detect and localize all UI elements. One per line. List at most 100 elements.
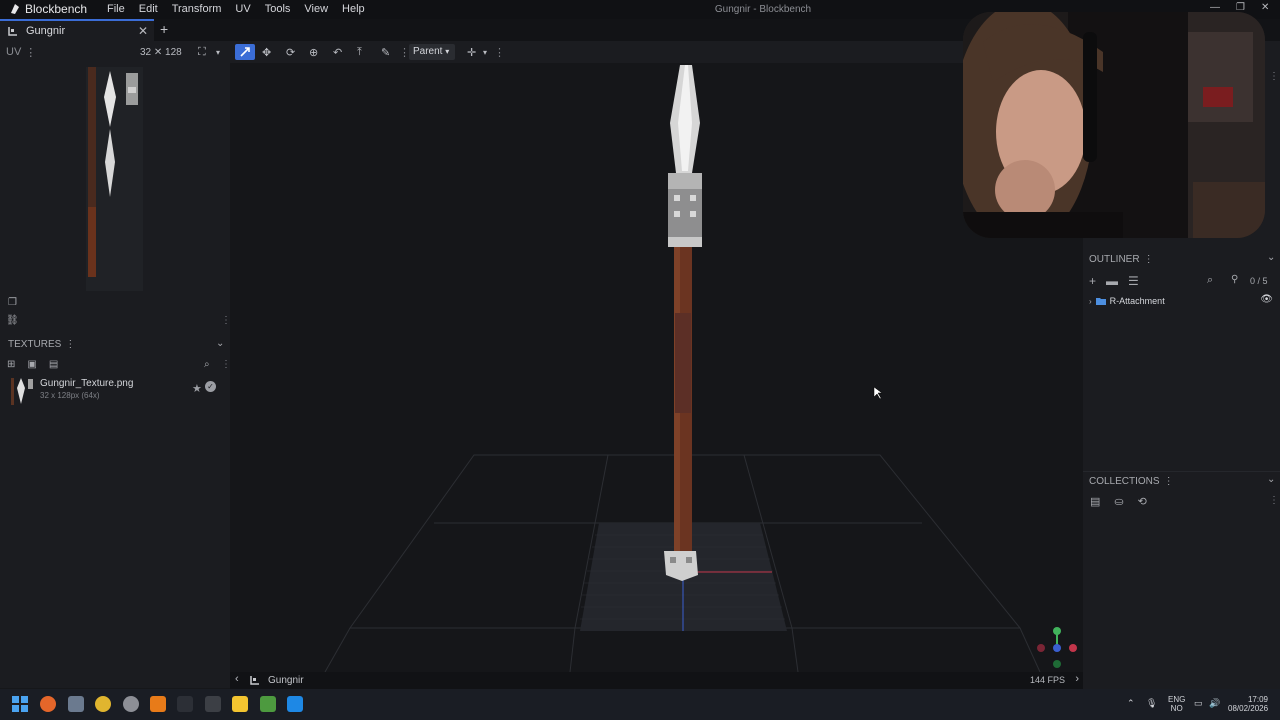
pivot-mode-label: Parent (413, 46, 443, 57)
webcam-overlay (963, 12, 1265, 238)
fps-counter: 144 FPS (1029, 675, 1065, 685)
textures-label: TEXTURES (8, 339, 62, 350)
chevron-right-icon[interactable]: › (1089, 297, 1092, 306)
uv-label: UV (6, 46, 22, 58)
volume-icon[interactable]: 🔊 (1209, 698, 1220, 709)
transform-chevron-icon[interactable]: ▾ (483, 44, 487, 60)
uv-editor[interactable] (86, 67, 143, 291)
collections-more-icon[interactable]: ⋮ (1269, 495, 1279, 506)
textures-panel-header: TEXTURES ⋮ (8, 339, 75, 350)
new-tab-button[interactable]: + (160, 21, 168, 37)
eye-icon[interactable]: 👁 (1260, 294, 1273, 305)
blockbench-taskbar-icon[interactable] (287, 696, 303, 712)
collections-label: COLLECTIONS (1089, 476, 1160, 487)
microphone-icon[interactable]: 🎙 (1146, 698, 1157, 709)
transform-space-icon[interactable]: ✛ (467, 44, 476, 60)
attachment-icon[interactable]: ⚲ (1231, 274, 1238, 285)
minecraft-icon[interactable] (260, 696, 276, 712)
folder-icon (1095, 298, 1106, 305)
3d-viewport[interactable] (230, 63, 1083, 672)
language-bottom: NO (1170, 704, 1183, 713)
pivot-tool-icon[interactable]: ⊕ (309, 44, 318, 60)
collections-header: COLLECTIONS ⋮ (1089, 476, 1174, 487)
left-panel: ❐ ⛓ ⋮ TEXTURES ⋮ ⌄ ⊞ ▣ ▤ ⌕ ⋮ Gungnir_Tex… (0, 63, 231, 688)
texture-folder-icon[interactable]: ▤ (49, 359, 58, 370)
outliner-collapse-icon[interactable]: ⌄ (1267, 252, 1275, 263)
uv-panel-label: UV ⋮ (6, 44, 36, 60)
archive-icon[interactable]: ▤ (1090, 495, 1100, 508)
model-icon (8, 27, 17, 36)
copy-icon[interactable]: ❐ (8, 297, 17, 308)
app-icon-2[interactable] (68, 696, 84, 712)
chrome-icon[interactable] (95, 696, 111, 712)
export-icon[interactable]: ⛀ (1114, 495, 1123, 508)
chevron-right-icon[interactable]: › (1075, 673, 1079, 685)
layers-icon[interactable]: ☰ (1128, 274, 1139, 288)
language-top: ENG (1168, 695, 1186, 704)
textures-menu-icon[interactable]: ⋮ (65, 339, 75, 350)
star-icon[interactable]: ★ (192, 382, 202, 395)
vlc-icon[interactable] (150, 696, 166, 712)
paint-tool-icon[interactable]: ✎ (381, 44, 390, 60)
resize-tool-icon[interactable]: ⟳ (286, 44, 295, 60)
windows-start-icon[interactable] (12, 696, 28, 712)
app-icon-7[interactable] (205, 696, 221, 712)
tray-chevron-icon[interactable]: ⌃ (1127, 698, 1135, 709)
file-explorer-icon[interactable] (232, 696, 248, 712)
obs-icon[interactable] (123, 696, 139, 712)
import-texture-icon[interactable]: ⊞ (7, 359, 15, 370)
texture-thumbnail (7, 376, 35, 406)
create-texture-icon[interactable]: ▣ (27, 359, 36, 370)
texture-size: 32 x 128px (64x) (40, 391, 100, 400)
tab-gungnir[interactable]: Gungnir ✕ (0, 19, 154, 41)
uv-menu-icon[interactable]: ⋮ (25, 46, 36, 59)
chevron-down-icon[interactable]: ▾ (216, 44, 220, 60)
link-icon[interactable]: ⛓ (6, 315, 19, 326)
collections-collapse-icon[interactable]: ⌄ (1267, 474, 1275, 485)
terminal-icon[interactable] (177, 696, 193, 712)
model-icon (250, 676, 259, 685)
outliner-label: OUTLINER (1089, 254, 1140, 265)
search-icon[interactable]: ⌕ (1207, 274, 1213, 287)
pivot-mode-select[interactable]: Parent ▾ (409, 44, 455, 60)
tab-label: Gungnir (26, 25, 66, 37)
collections-actions: ▤ ⛀ ⟲ (1090, 495, 1147, 508)
outliner-actions: + ▬ ☰ (1089, 274, 1139, 288)
move-tool-button[interactable] (235, 44, 255, 60)
folder-add-icon[interactable]: ▬ (1106, 274, 1118, 288)
search-icon[interactable]: ⌕ (204, 359, 210, 370)
move-tool-icon (240, 47, 250, 57)
right-panel-more-icon[interactable]: ⋮ (1269, 71, 1279, 82)
outliner-item-label: R-Attachment (1109, 296, 1165, 306)
refresh-icon[interactable]: ⟲ (1138, 495, 1147, 508)
texture-name: Gungnir_Texture.png (40, 378, 134, 389)
uv-texture-preview (86, 67, 143, 291)
check-icon[interactable]: ✓ (205, 381, 216, 392)
language-indicator[interactable]: ENG NO (1168, 695, 1185, 713)
outliner-menu-icon[interactable]: ⋮ (1144, 254, 1154, 265)
scale-tool-icon[interactable]: ⤒ (357, 44, 362, 60)
fullscreen-icon[interactable]: ⛶ (198, 44, 206, 60)
clock-date: 08/02/2026 (1228, 704, 1269, 713)
close-icon[interactable]: ✕ (138, 24, 148, 38)
orientation-gizmo[interactable] (1037, 627, 1077, 668)
toolbar-more-icon-2[interactable]: ⋮ (494, 44, 505, 60)
window-close-icon[interactable]: ✕ (1261, 2, 1269, 13)
mouse-cursor (873, 386, 883, 400)
webcam-feed (963, 12, 1265, 238)
collections-menu-icon[interactable]: ⋮ (1164, 476, 1174, 487)
clock[interactable]: 17:09 08/02/2026 (1228, 695, 1268, 713)
display-icon[interactable]: ▭ (1194, 698, 1203, 709)
outliner-item-r-attachment[interactable]: › R-Attachment 👁 (1089, 294, 1277, 308)
chevron-left-icon[interactable]: ‹ (235, 673, 239, 685)
rotate-tool-icon[interactable]: ↶ (333, 44, 342, 60)
textures-actions: ⊞ ▣ ▤ (7, 359, 58, 370)
plus-icon[interactable]: + (1089, 274, 1096, 288)
collapse-chevron-icon[interactable]: ⌄ (216, 338, 224, 349)
status-bar: ‹ Gungnir 144 FPS › (230, 672, 1083, 689)
texture-item[interactable]: Gungnir_Texture.png 32 x 128px (64x) ★ ✓ (5, 376, 227, 408)
firefox-icon[interactable] (40, 696, 56, 712)
translate-tool-icon[interactable]: ✥ (262, 44, 271, 60)
panel-divider (1083, 471, 1280, 472)
clock-time: 17:09 (1247, 695, 1268, 704)
